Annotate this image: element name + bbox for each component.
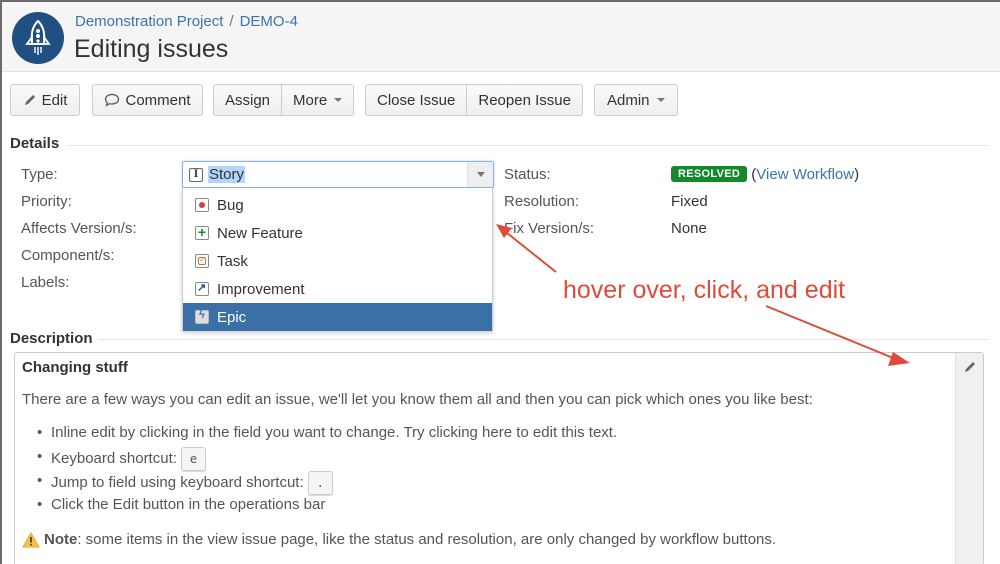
option-label: New Feature	[217, 224, 303, 242]
admin-dropdown-button[interactable]: Admin	[595, 85, 677, 115]
more-button-label: More	[293, 91, 328, 109]
epic-icon: ϟ	[195, 309, 209, 324]
comment-button[interactable]: Comment	[92, 84, 203, 116]
more-dropdown-button[interactable]: More	[281, 85, 353, 115]
assign-button-label: Assign	[225, 91, 271, 109]
description-edit-button[interactable]	[955, 353, 983, 564]
description-intro: There are a few ways you can edit an iss…	[22, 391, 813, 408]
pencil-icon	[24, 95, 35, 105]
fix-version-label: Fix Version/s:	[504, 220, 595, 237]
story-icon: I	[189, 168, 203, 182]
admin-group: Admin	[594, 84, 678, 116]
details-divider	[68, 145, 988, 146]
dropdown-option-improvement[interactable]: ↗ Improvement	[183, 275, 492, 303]
description-list: Inline edit by clicking in the field you…	[37, 423, 618, 519]
assign-more-group: Assign More	[213, 84, 355, 116]
status-value: RESOLVED (View Workflow)	[671, 166, 859, 183]
page-title: Editing issues	[74, 35, 229, 63]
resolution-value[interactable]: Fixed	[671, 193, 708, 210]
edit-button[interactable]: Edit	[10, 84, 80, 116]
pencil-icon	[965, 362, 975, 372]
components-label: Component/s:	[21, 247, 115, 264]
description-divider	[98, 339, 988, 340]
dropdown-option-task[interactable]: ✓ Task	[183, 247, 492, 275]
chevron-down-icon	[334, 98, 343, 102]
labels-label: Labels:	[21, 274, 70, 291]
dropdown-option-bug[interactable]: Bug	[183, 191, 492, 219]
type-select[interactable]: I Story	[182, 161, 494, 188]
list-item-text: Click the Edit button in the operations …	[51, 496, 326, 513]
view-workflow-link[interactable]: View Workflow	[756, 166, 854, 183]
improvement-icon: ↗	[195, 282, 209, 296]
workflow-paren-close: )	[854, 166, 860, 183]
fix-version-value[interactable]: None	[671, 220, 707, 237]
list-item-text: Inline edit by clicking in the field you…	[51, 424, 618, 441]
note-label: Note	[44, 531, 78, 548]
edit-button-label: Edit	[41, 91, 68, 109]
description-title: Changing stuff	[22, 359, 128, 376]
resolution-label: Resolution:	[504, 193, 580, 210]
status-badge: RESOLVED	[671, 166, 748, 182]
warning-icon	[22, 531, 40, 547]
speech-bubble-icon	[105, 93, 120, 107]
keyboard-key-dot: .	[307, 471, 333, 495]
option-label: Epic	[217, 308, 247, 326]
details-heading: Details	[10, 135, 60, 152]
reopen-issue-label: Reopen Issue	[478, 91, 571, 109]
breadcrumb-separator: /	[229, 13, 234, 30]
task-icon: ✓	[195, 254, 209, 268]
type-label: Type:	[21, 166, 58, 183]
chevron-down-icon	[656, 98, 665, 102]
priority-label: Priority:	[21, 193, 72, 210]
close-issue-label: Close Issue	[377, 91, 456, 109]
reopen-issue-button[interactable]: Reopen Issue	[466, 85, 582, 115]
type-select-value: Story	[208, 166, 246, 183]
annotation-text: hover over, click, and edit	[563, 276, 846, 304]
admin-button-label: Admin	[607, 91, 650, 109]
rocket-icon	[25, 20, 51, 55]
option-label: Bug	[217, 196, 244, 214]
list-item-text: Keyboard shortcut:	[51, 450, 177, 467]
list-item: Keyboard shortcut:e	[37, 447, 617, 471]
list-item: Jump to field using keyboard shortcut:.	[37, 471, 617, 495]
keyboard-key-e: e	[180, 447, 207, 471]
list-item-text: Jump to field using keyboard shortcut:	[51, 474, 304, 491]
bug-icon	[195, 198, 209, 212]
assign-button[interactable]: Assign	[214, 85, 281, 115]
dropdown-option-epic[interactable]: ϟ Epic	[183, 303, 492, 331]
list-item: Click the Edit button in the operations …	[37, 495, 617, 519]
option-label: Improvement	[217, 280, 305, 298]
option-label: Task	[217, 252, 248, 270]
breadcrumb: Demonstration Project / DEMO-4	[75, 13, 298, 30]
workflow-group: Close Issue Reopen Issue	[365, 84, 583, 116]
description-note: Note: some items in the view issue page,…	[22, 531, 776, 548]
list-item: Inline edit by clicking in the field you…	[37, 423, 618, 447]
note-text: : some items in the view issue page, lik…	[77, 531, 777, 548]
close-issue-button[interactable]: Close Issue	[366, 85, 466, 115]
description-heading: Description	[10, 330, 93, 347]
breadcrumb-issue-link[interactable]: DEMO-4	[240, 13, 298, 30]
issue-header: Demonstration Project / DEMO-4 Editing iss…	[2, 2, 1000, 72]
breadcrumb-project-link[interactable]: Demonstration Project	[75, 13, 223, 30]
type-dropdown-menu: Bug + New Feature ✓ Task ↗ Improvement ϟ…	[182, 188, 493, 331]
comment-button-label: Comment	[125, 91, 191, 109]
description-field[interactable]: Changing stuff There are a few ways you …	[14, 352, 984, 564]
project-avatar[interactable]	[12, 12, 64, 64]
new-feature-icon: +	[195, 224, 209, 240]
chevron-down-icon[interactable]	[467, 162, 493, 187]
affects-version-label: Affects Version/s:	[21, 220, 137, 237]
dropdown-option-new-feature[interactable]: + New Feature	[183, 219, 492, 247]
status-label: Status:	[504, 166, 551, 183]
